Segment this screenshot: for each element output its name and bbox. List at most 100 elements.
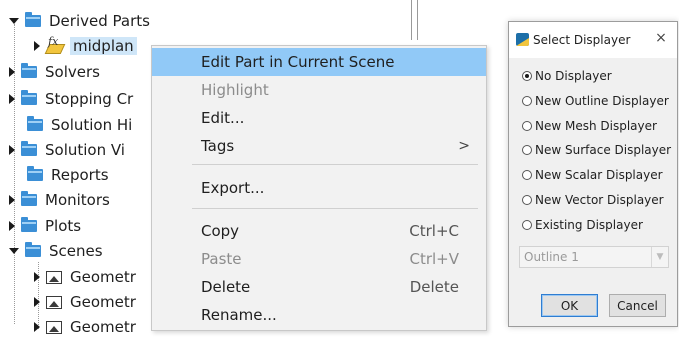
collapse-arrow-icon[interactable] [9, 18, 19, 24]
tree-item-stopping-criteria[interactable]: Stopping Cr [9, 88, 133, 110]
dialog-titlebar[interactable]: Select Displayer × [509, 22, 677, 58]
expand-arrow-icon[interactable] [34, 272, 40, 282]
menu-item-label: Edit... [201, 109, 245, 127]
option-new-mesh-displayer[interactable]: New Mesh Displayer [522, 117, 657, 135]
submenu-chevron-icon: > [458, 138, 470, 154]
folder-icon [25, 242, 41, 257]
option-label: New Outline Displayer [535, 94, 669, 108]
fx-part-icon: fx [44, 35, 66, 55]
folder-icon [25, 12, 41, 27]
app-logo-icon [516, 33, 529, 46]
scene-icon [46, 270, 62, 284]
folder-icon [27, 166, 43, 181]
scene-icon [46, 320, 62, 334]
menu-item-paste[interactable]: Paste Ctrl+V [152, 245, 486, 273]
option-no-displayer[interactable]: No Displayer [522, 67, 612, 85]
tree-item-derived-parts[interactable]: Derived Parts [9, 10, 150, 32]
tree-item-label: Solution Hi [51, 116, 133, 134]
pane-splitter[interactable] [411, 0, 418, 40]
tree-item-label: Plots [45, 217, 82, 235]
tree-item-label: Geometr [70, 318, 136, 336]
expand-arrow-icon[interactable] [9, 221, 15, 231]
folder-icon [27, 116, 43, 131]
option-new-scalar-displayer[interactable]: New Scalar Displayer [522, 166, 663, 184]
scene-icon [46, 295, 62, 309]
menu-item-label: Tags [201, 137, 235, 155]
radio-button[interactable] [522, 71, 532, 81]
radio-button[interactable] [522, 96, 532, 106]
shortcut-label: Ctrl+V [409, 250, 459, 268]
tree-item-plots[interactable]: Plots [9, 215, 81, 237]
tree-item-reports[interactable]: Reports [9, 164, 109, 186]
option-label: New Vector Displayer [535, 193, 664, 207]
context-menu: Edit Part in Current Scene Highlight Edi… [151, 45, 487, 331]
radio-button[interactable] [522, 195, 532, 205]
folder-icon [21, 141, 37, 156]
option-label: New Scalar Displayer [535, 168, 663, 182]
collapse-arrow-icon[interactable] [9, 248, 19, 254]
chevron-down-icon[interactable]: ▼ [651, 247, 668, 267]
close-icon[interactable]: × [653, 30, 669, 46]
menu-separator [192, 208, 478, 209]
radio-button[interactable] [522, 145, 532, 155]
menu-item-edit-part-in-current-scene[interactable]: Edit Part in Current Scene [152, 48, 486, 76]
tree-item-scene-geometry[interactable]: Geometr [34, 291, 136, 313]
option-new-outline-displayer[interactable]: New Outline Displayer [522, 92, 669, 110]
expand-arrow-icon[interactable] [9, 94, 15, 104]
menu-item-rename[interactable]: Rename... [152, 301, 486, 329]
tree-item-label: Geometr [70, 293, 136, 311]
menu-item-label: Highlight [201, 81, 269, 99]
menu-item-delete[interactable]: Delete Delete [152, 273, 486, 301]
menu-item-label: Paste [201, 250, 242, 268]
expand-arrow-icon[interactable] [9, 67, 15, 77]
tree-item-label: Stopping Cr [45, 90, 134, 108]
option-label: New Mesh Displayer [535, 119, 657, 133]
tree-item-monitors[interactable]: Monitors [9, 189, 110, 211]
tree-item-label: Derived Parts [49, 12, 150, 30]
ok-button[interactable]: OK [541, 294, 598, 317]
menu-item-export[interactable]: Export... [152, 174, 486, 202]
menu-separator [192, 164, 478, 165]
tree-item-label: Solution Vi [45, 141, 125, 159]
option-label: New Surface Displayer [535, 143, 672, 157]
tree-item-solution-histories[interactable]: Solution Hi [9, 114, 132, 136]
tree-item-solvers[interactable]: Solvers [9, 61, 100, 83]
tree-item-scenes[interactable]: Scenes [9, 240, 103, 262]
folder-icon [21, 191, 37, 206]
menu-item-copy[interactable]: Copy Ctrl+C [152, 217, 486, 245]
menu-item-label: Rename... [201, 306, 277, 324]
menu-item-label: Copy [201, 222, 240, 240]
expand-arrow-icon[interactable] [9, 195, 15, 205]
tree-item-label: Scenes [49, 242, 103, 260]
expand-arrow-icon[interactable] [9, 145, 15, 155]
tree-item-label: Monitors [45, 191, 110, 209]
option-label: No Displayer [535, 69, 612, 83]
existing-displayer-select[interactable]: Outline 1 ▼ [519, 246, 669, 268]
tree-item-scene-geometry[interactable]: Geometr [34, 266, 136, 288]
expand-arrow-icon[interactable] [34, 41, 40, 51]
option-new-vector-displayer[interactable]: New Vector Displayer [522, 191, 664, 209]
tree-item-label: Reports [51, 166, 109, 184]
expand-arrow-icon[interactable] [34, 322, 40, 332]
expand-arrow-icon[interactable] [34, 297, 40, 307]
option-new-surface-displayer[interactable]: New Surface Displayer [522, 141, 671, 159]
select-displayer-dialog: Select Displayer × No Displayer New Outl… [508, 21, 678, 327]
menu-item-label: Delete [201, 278, 251, 296]
tree-item-midplane[interactable]: fx midplan [34, 35, 137, 57]
radio-button[interactable] [522, 220, 532, 230]
cancel-button[interactable]: Cancel [609, 294, 666, 317]
tree-item-scene-geometry[interactable]: Geometr [34, 316, 136, 338]
folder-icon [21, 90, 37, 105]
menu-item-label: Export... [201, 179, 265, 197]
tree-item-label: Geometr [70, 268, 136, 286]
radio-button[interactable] [522, 121, 532, 131]
menu-item-edit[interactable]: Edit... [152, 104, 486, 132]
tree-item-solution-views[interactable]: Solution Vi [9, 139, 125, 161]
menu-item-tags[interactable]: Tags > [152, 132, 486, 160]
tree-item-label: midplan [70, 37, 137, 55]
select-value: Outline 1 [524, 250, 579, 264]
radio-button[interactable] [522, 170, 532, 180]
shortcut-label: Ctrl+C [409, 222, 459, 240]
option-existing-displayer[interactable]: Existing Displayer [522, 216, 643, 234]
menu-item-highlight[interactable]: Highlight [152, 76, 486, 104]
